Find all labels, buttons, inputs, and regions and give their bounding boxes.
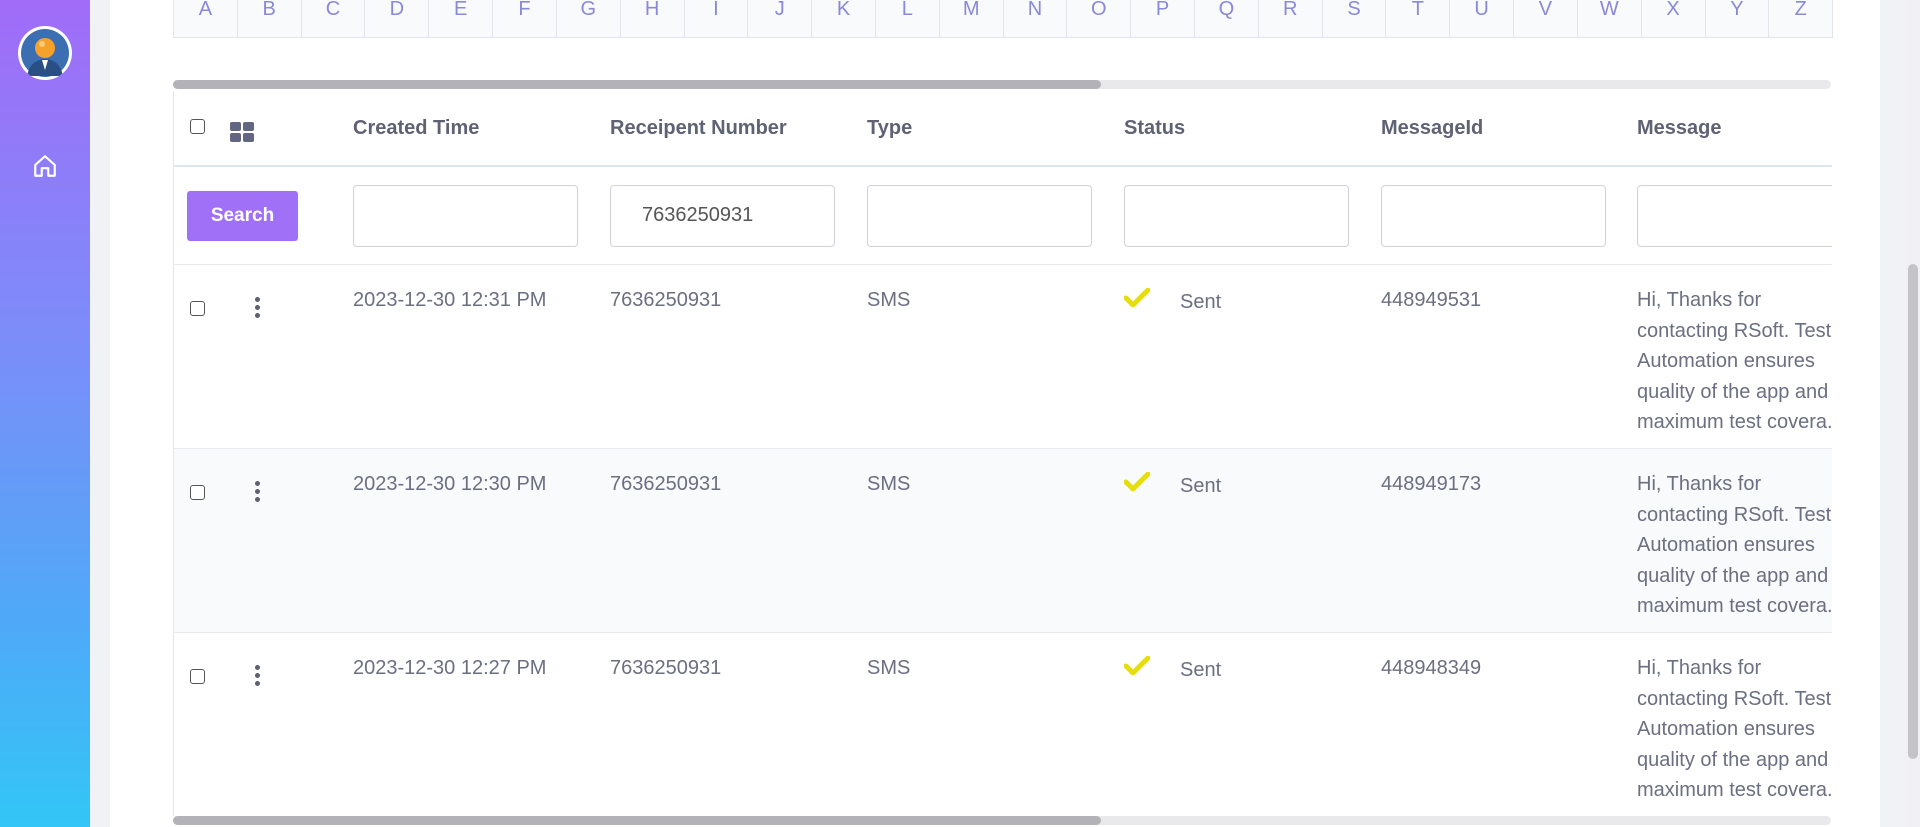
row-checkbox[interactable] [190, 485, 205, 500]
alphabet-letter[interactable]: L [876, 0, 940, 37]
alphabet-filter: ABCDEFGHIJKLMNOPQRSTUVWXYZ [173, 0, 1833, 38]
alphabet-letter[interactable]: M [940, 0, 1004, 37]
cell-type: SMS [847, 264, 1104, 449]
alphabet-letter[interactable]: G [557, 0, 621, 37]
sms-log-table-container: Created Time Receipent Number Type Statu… [173, 91, 1832, 816]
table-row[interactable]: 2023-12-30 12:31 PM 7636250931 SMS Sent 4489… [174, 264, 1832, 449]
sidebar [0, 0, 90, 827]
filter-row: Search [174, 166, 1832, 265]
cell-message: Hi, Thanks for contacting RSoft. Test Au… [1617, 264, 1832, 449]
alphabet-letter[interactable]: Y [1706, 0, 1770, 37]
cell-created-time: 2023-12-30 12:31 PM [333, 264, 590, 449]
alphabet-letter[interactable]: E [429, 0, 494, 37]
cell-created-time: 2023-12-30 12:27 PM [333, 632, 590, 816]
alphabet-letter[interactable]: R [1259, 0, 1323, 37]
recipient-number-filter-input[interactable] [610, 184, 835, 247]
alphabet-letter[interactable]: D [365, 0, 430, 37]
cell-created-time: 2023-12-30 12:30 PM [333, 448, 590, 633]
status-text: Sent [1180, 659, 1222, 681]
alphabet-letter[interactable]: V [1514, 0, 1578, 37]
alphabet-letter[interactable]: X [1642, 0, 1706, 37]
column-header-status[interactable]: Status [1104, 91, 1361, 167]
column-header-message-id[interactable]: MessageId [1361, 91, 1617, 167]
alphabet-letter[interactable]: O [1067, 0, 1132, 37]
alphabet-letter[interactable]: T [1386, 0, 1451, 37]
alphabet-letter[interactable]: Z [1769, 0, 1832, 37]
column-header-type[interactable]: Type [847, 91, 1104, 167]
kebab-menu-icon[interactable] [255, 481, 261, 505]
check-icon [1123, 287, 1151, 308]
alphabet-letter[interactable]: I [685, 0, 749, 37]
cell-recipient-number: 7636250931 [590, 632, 847, 816]
alphabet-letter[interactable]: Q [1195, 0, 1259, 37]
select-all-checkbox[interactable] [190, 118, 205, 134]
sms-log-table: Created Time Receipent Number Type Statu… [174, 91, 1832, 816]
user-avatar-icon[interactable] [18, 26, 72, 80]
cell-type: SMS [847, 632, 1104, 816]
message-text: Hi, Thanks for contacting RSoft. Test Au… [1637, 289, 1832, 434]
alphabet-letter[interactable]: N [1004, 0, 1068, 37]
status-filter-input[interactable] [1124, 184, 1349, 247]
cell-message-id: 448948349 [1361, 632, 1617, 816]
table-header-row: Created Time Receipent Number Type Statu… [174, 91, 1832, 167]
alphabet-letter[interactable]: J [748, 0, 813, 37]
message-text: Hi, Thanks for contacting RSoft. Test Au… [1637, 473, 1832, 618]
alphabet-letter[interactable]: P [1131, 0, 1195, 37]
check-icon [1123, 655, 1151, 676]
grid-icon[interactable] [230, 122, 254, 142]
alphabet-letter[interactable]: A [174, 0, 238, 37]
row-checkbox[interactable] [190, 301, 205, 316]
cell-recipient-number: 7636250931 [590, 264, 847, 449]
table-row[interactable]: 2023-12-30 12:30 PM 7636250931 SMS Sent 4489… [174, 448, 1832, 633]
alphabet-letter[interactable]: C [302, 0, 366, 37]
column-header-message[interactable]: Message [1617, 91, 1832, 167]
cell-message-id: 448949531 [1361, 264, 1617, 449]
column-header-recipient-number[interactable]: Receipent Number [590, 91, 847, 167]
alphabet-letter[interactable]: H [621, 0, 685, 37]
kebab-menu-icon[interactable] [255, 297, 261, 321]
horizontal-scrollbar-top[interactable] [173, 80, 1831, 89]
status-text: Sent [1180, 475, 1222, 497]
alphabet-letter[interactable]: U [1450, 0, 1515, 37]
cell-type: SMS [847, 448, 1104, 633]
message-filter-input[interactable] [1637, 184, 1832, 247]
type-filter-input[interactable] [867, 184, 1092, 247]
cell-message: Hi, Thanks for contacting RSoft. Test Au… [1617, 448, 1832, 633]
home-icon[interactable] [32, 153, 58, 179]
cell-message: Hi, Thanks for contacting RSoft. Test Au… [1617, 632, 1832, 816]
kebab-menu-icon[interactable] [255, 665, 261, 689]
status-text: Sent [1180, 291, 1222, 313]
column-header-created-time[interactable]: Created Time [333, 91, 590, 167]
message-id-filter-input[interactable] [1381, 184, 1606, 247]
alphabet-letter[interactable]: S [1323, 0, 1387, 37]
message-text: Hi, Thanks for contacting RSoft. Test Au… [1637, 657, 1832, 802]
check-icon [1123, 471, 1151, 492]
row-checkbox[interactable] [190, 669, 205, 684]
cell-status: Sent [1104, 448, 1361, 633]
table-row[interactable]: 2023-12-30 12:27 PM 7636250931 SMS Sent 4489… [174, 632, 1832, 816]
cell-message-id: 448949173 [1361, 448, 1617, 633]
alphabet-letter[interactable]: B [238, 0, 302, 37]
cell-status: Sent [1104, 264, 1361, 449]
horizontal-scrollbar-bottom[interactable] [173, 816, 1831, 825]
alphabet-letter[interactable]: F [493, 0, 557, 37]
vertical-scrollbar[interactable] [1906, 0, 1920, 827]
cell-recipient-number: 7636250931 [590, 448, 847, 633]
alphabet-letter[interactable]: K [812, 0, 876, 37]
search-button[interactable]: Search [187, 190, 298, 241]
alphabet-letter[interactable]: W [1578, 0, 1642, 37]
cell-status: Sent [1104, 632, 1361, 816]
created-time-filter-input[interactable] [353, 184, 578, 247]
